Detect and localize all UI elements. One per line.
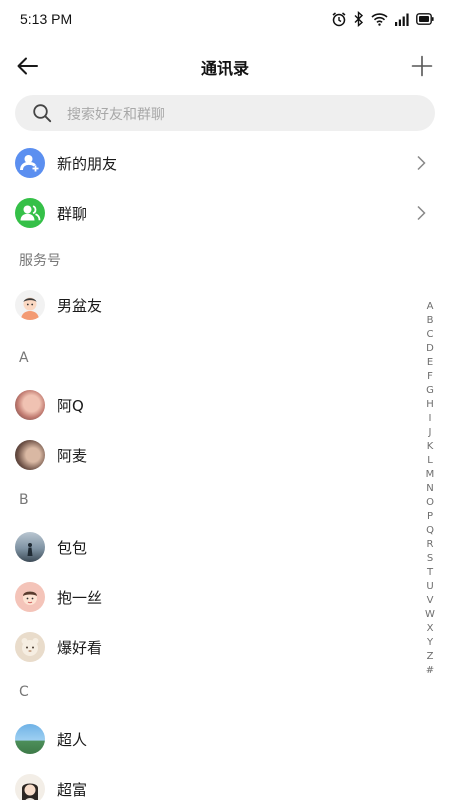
avatar xyxy=(15,582,45,612)
index-letter[interactable]: # xyxy=(426,664,434,678)
index-letter[interactable]: C xyxy=(427,328,434,342)
plus-icon xyxy=(411,55,433,77)
status-bar: 5:13 PM xyxy=(0,0,450,40)
search-placeholder: 搜索好友和群聊 xyxy=(67,107,165,123)
alarm-icon xyxy=(332,12,346,27)
chevron-right-icon xyxy=(417,155,426,171)
search-icon xyxy=(33,104,52,123)
contact-item[interactable]: 男盆友 xyxy=(0,280,412,330)
contact-name: 爆好看 xyxy=(57,639,103,657)
chevron-right-icon xyxy=(417,205,426,221)
section-header-b: B xyxy=(19,492,29,508)
contact-item[interactable]: 超富 xyxy=(0,764,412,800)
group-chat-icon xyxy=(15,198,45,228)
page-title: 通讯录 xyxy=(200,59,249,78)
index-letter[interactable]: Z xyxy=(427,650,434,664)
contact-item[interactable]: 超人 xyxy=(0,714,412,764)
index-letter[interactable]: K xyxy=(427,440,434,454)
wifi-icon xyxy=(371,13,388,26)
signal-icon xyxy=(395,13,409,26)
index-letter[interactable]: V xyxy=(427,594,434,608)
index-letter[interactable]: D xyxy=(426,342,434,356)
add-button[interactable] xyxy=(408,52,436,80)
group-chats-item[interactable]: 群聊 xyxy=(0,188,426,238)
bluetooth-icon xyxy=(354,11,364,27)
navigation-bar: 通讯录 xyxy=(0,44,450,88)
index-letter[interactable]: M xyxy=(426,468,435,482)
index-letter[interactable]: W xyxy=(425,608,435,622)
contact-name: 阿麦 xyxy=(57,447,88,465)
index-letter[interactable]: S xyxy=(427,552,433,566)
new-friends-item[interactable]: 新的朋友 xyxy=(0,138,426,188)
contact-name: 包包 xyxy=(57,539,88,557)
index-letter[interactable]: P xyxy=(427,510,433,524)
new-friends-label: 新的朋友 xyxy=(57,155,118,173)
contact-name: 阿Q xyxy=(57,397,84,415)
index-letter[interactable]: J xyxy=(429,426,432,440)
index-letter[interactable]: O xyxy=(426,496,434,510)
index-letter[interactable]: L xyxy=(427,454,433,468)
index-letter[interactable]: E xyxy=(427,356,433,370)
status-time: 5:13 PM xyxy=(20,11,73,27)
index-letter[interactable]: N xyxy=(426,482,433,496)
index-letter[interactable]: G xyxy=(426,384,434,398)
index-letter[interactable]: B xyxy=(427,314,434,328)
index-letter[interactable]: I xyxy=(429,412,432,426)
index-letter[interactable]: R xyxy=(427,538,434,552)
index-letter[interactable]: T xyxy=(427,566,433,580)
contact-item[interactable]: 抱一丝 xyxy=(0,572,412,622)
section-header-service: 服务号 xyxy=(19,253,61,269)
contact-name: 超人 xyxy=(57,731,88,749)
contact-name: 超富 xyxy=(57,781,88,799)
index-letter[interactable]: U xyxy=(426,580,433,594)
index-letter[interactable]: H xyxy=(426,398,434,412)
avatar xyxy=(15,532,45,562)
battery-icon xyxy=(416,13,434,25)
contact-item[interactable]: 爆好看 xyxy=(0,622,412,672)
avatar xyxy=(15,440,45,470)
contact-item[interactable]: 阿麦 xyxy=(0,430,412,480)
avatar xyxy=(15,390,45,420)
index-letter[interactable]: X xyxy=(427,622,434,636)
status-icons xyxy=(331,11,434,27)
avatar xyxy=(15,774,45,800)
index-letter[interactable]: Q xyxy=(426,524,434,538)
index-letter[interactable]: A xyxy=(427,300,434,314)
section-header-a: A xyxy=(19,350,29,366)
contact-name: 抱一丝 xyxy=(57,589,103,607)
avatar xyxy=(15,724,45,754)
avatar xyxy=(15,290,45,320)
alphabet-index[interactable]: A B C D E F G H I J K L M N O P Q R S T U V W X Y Z # xyxy=(423,300,437,678)
group-chats-label: 群聊 xyxy=(57,205,88,223)
new-friend-icon xyxy=(15,148,45,178)
contact-item[interactable]: 阿Q xyxy=(0,380,412,430)
contact-item[interactable]: 包包 xyxy=(0,522,412,572)
section-header-c: C xyxy=(19,684,29,700)
contact-name: 男盆友 xyxy=(57,297,103,315)
avatar xyxy=(15,632,45,662)
index-letter[interactable]: F xyxy=(427,370,433,384)
search-bar[interactable]: 搜索好友和群聊 xyxy=(15,95,435,131)
index-letter[interactable]: Y xyxy=(427,636,433,650)
